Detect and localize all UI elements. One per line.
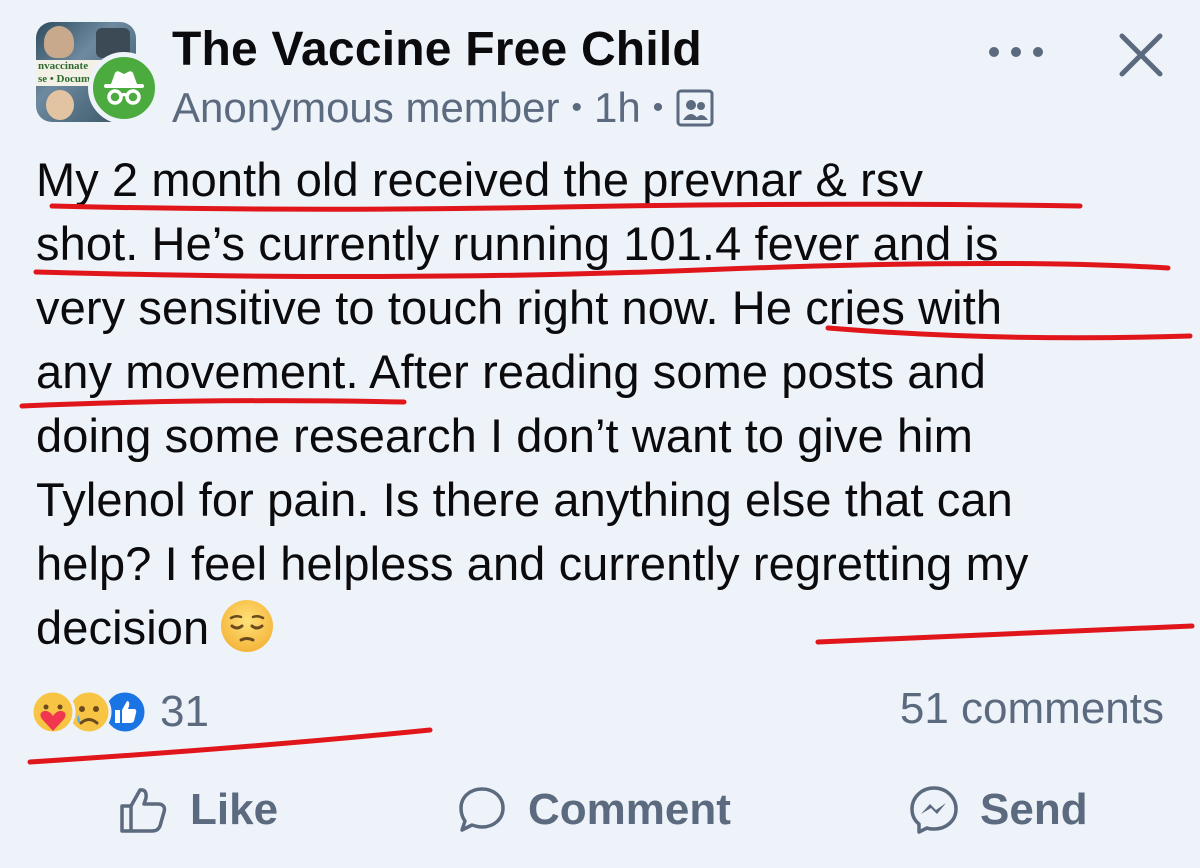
post-text-line: Tylenol for pain. Is there anything else…	[36, 473, 1013, 526]
send-label: Send	[980, 785, 1088, 834]
post-body: My 2 month old received the prevnar & rs…	[36, 148, 1176, 660]
pensive-face-emoji	[221, 600, 274, 652]
incognito-icon	[88, 52, 160, 124]
thumbs-up-icon	[120, 788, 167, 833]
separator-dot: •	[571, 91, 583, 124]
post-text-line: My 2 month old received the prevnar & rs…	[36, 153, 924, 206]
post-text-line: shot. He’s currently running 101.4 fever…	[36, 217, 999, 270]
care-reaction-icon	[30, 689, 76, 735]
comment-bubble-icon	[459, 787, 505, 832]
post-time[interactable]: 1h	[594, 84, 641, 132]
group-audience-icon	[676, 89, 714, 127]
post-meta: Anonymous member • 1h •	[172, 84, 715, 132]
avatar-photo	[46, 90, 74, 120]
like-label: Like	[190, 785, 279, 834]
messenger-icon	[910, 786, 958, 834]
action-bar: Like Comment Send	[0, 770, 1200, 860]
send-button[interactable]: Send	[908, 784, 1088, 836]
comment-label: Comment	[528, 785, 731, 834]
post-header: nvaccinate se • Docume The Vaccine Free …	[36, 22, 1176, 134]
post-text-line: doing some research I don’t want to give…	[36, 409, 974, 462]
post-text-line: help? I feel helpless and currently regr…	[36, 537, 1029, 590]
comment-button[interactable]: Comment	[456, 784, 731, 836]
reaction-count: 31	[160, 687, 209, 736]
comments-count[interactable]: 51 comments	[900, 684, 1164, 734]
group-name[interactable]: The Vaccine Free Child	[172, 22, 702, 77]
reactions-summary[interactable]: 31	[30, 682, 209, 742]
close-icon[interactable]	[1116, 30, 1166, 80]
separator-dot: •	[652, 91, 664, 124]
post-text-tail: decision	[36, 601, 210, 654]
post-text-line-last: decision	[36, 596, 1176, 660]
author-name[interactable]: Anonymous member	[172, 84, 560, 132]
more-icon[interactable]	[986, 42, 1046, 62]
post-text-line: any movement. After reading some posts a…	[36, 345, 986, 398]
post-text-line: very sensitive to touch right now. He cr…	[36, 281, 1003, 334]
avatar-photo	[44, 26, 74, 58]
like-button[interactable]: Like	[118, 784, 278, 836]
